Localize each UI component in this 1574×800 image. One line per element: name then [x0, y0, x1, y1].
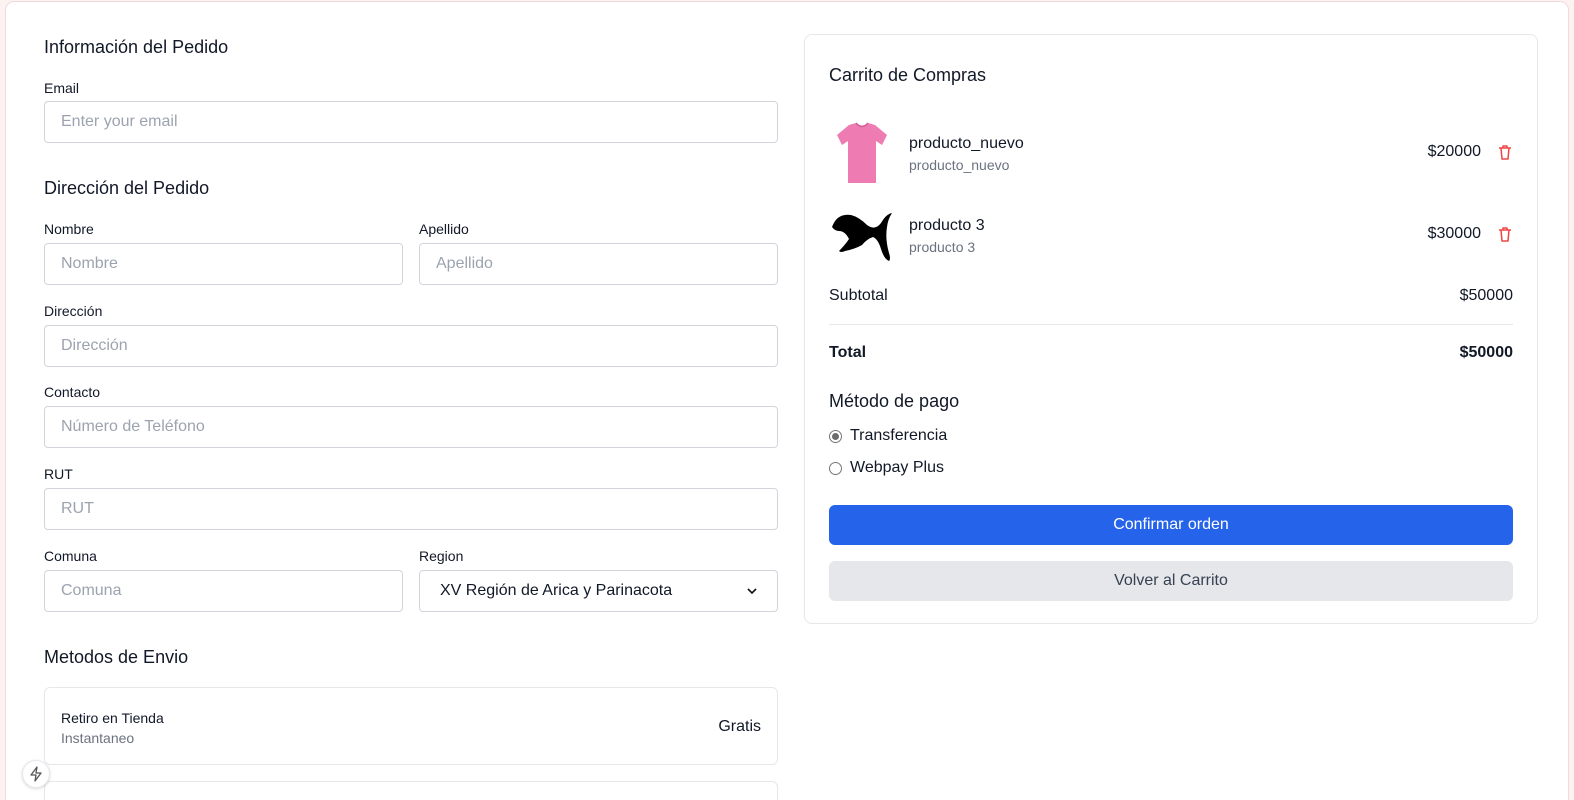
radio-unchecked-icon[interactable] [829, 461, 842, 475]
shipping-option-next[interactable] [44, 781, 778, 800]
cart-item-subtitle: producto 3 [909, 239, 976, 255]
payment-option-label: Webpay Plus [850, 459, 944, 476]
last-name-label: Apellido [419, 221, 469, 237]
tshirt-icon [837, 122, 887, 183]
subtotal-row: Subtotal $50000 [829, 287, 1513, 305]
payment-option-transfer[interactable]: Transferencia [829, 427, 947, 445]
subtotal-value: $50000 [1459, 287, 1513, 304]
payment-option-webpay[interactable]: Webpay Plus [829, 459, 944, 477]
region-select[interactable]: XV Región de Arica y Parinacota [419, 570, 778, 612]
cart-panel: Carrito de Compras producto_nuevo produc… [804, 34, 1538, 624]
shipping-option-store-pickup[interactable]: Retiro en Tienda Instantaneo Gratis [44, 687, 778, 765]
confirm-order-button[interactable]: Confirmar orden [829, 505, 1513, 545]
shipping-option-name: Retiro en Tienda [61, 710, 164, 726]
payment-option-label: Transferencia [850, 427, 948, 444]
lightning-icon [30, 766, 42, 782]
chevron-down-icon [747, 588, 757, 595]
back-to-cart-button[interactable]: Volver al Carrito [829, 561, 1513, 601]
first-name-label: Nombre [44, 221, 94, 237]
checkout-page: Información del Pedido Email Dirección d… [6, 2, 1568, 800]
trash-icon[interactable] [1497, 226, 1513, 243]
address-title: Dirección del Pedido [44, 178, 210, 198]
first-name-input[interactable] [44, 243, 403, 285]
subtotal-label: Subtotal [829, 287, 888, 304]
email-label: Email [44, 80, 80, 96]
region-selected-value: XV Región de Arica y Parinacota [440, 582, 673, 599]
phone-input[interactable] [44, 406, 778, 448]
shipping-title: Metodos de Envio [44, 647, 189, 667]
radio-checked-icon[interactable] [829, 429, 842, 443]
payment-method-title: Método de pago [829, 391, 960, 411]
comuna-label: Comuna [44, 548, 97, 564]
comuna-input[interactable] [44, 570, 403, 612]
lightning-bolt-button[interactable] [22, 760, 50, 788]
summary-divider [829, 324, 1513, 325]
cart-item-name: producto 3 [909, 217, 985, 234]
shipping-option-price: Gratis [718, 718, 761, 735]
address-label: Dirección [44, 303, 103, 319]
cart-item-subtitle: producto_nuevo [909, 157, 1010, 173]
contact-label: Contacto [44, 384, 101, 400]
cart-item-price: $20000 [1427, 143, 1481, 160]
cart-item-price: $30000 [1427, 225, 1481, 242]
shipping-option-detail: Instantaneo [61, 730, 135, 746]
last-name-input[interactable] [419, 243, 778, 285]
cart-item: producto 3 producto 3 $30000 [829, 201, 1513, 267]
total-value: $50000 [1459, 344, 1513, 361]
rut-input[interactable] [44, 488, 778, 530]
trash-icon[interactable] [1497, 144, 1513, 161]
email-input[interactable] [44, 101, 778, 143]
rut-label: RUT [44, 466, 73, 482]
address-input[interactable] [44, 325, 778, 367]
cart-item-name: producto_nuevo [909, 135, 1024, 152]
region-label: Region [419, 548, 464, 564]
total-label: Total [829, 344, 867, 361]
cart-title: Carrito de Compras [829, 65, 987, 85]
cart-item: producto_nuevo producto_nuevo $20000 [829, 119, 1513, 185]
order-info-title: Información del Pedido [44, 37, 229, 57]
total-row: Total $50000 [829, 344, 1513, 362]
puma-logo-icon [832, 213, 892, 261]
